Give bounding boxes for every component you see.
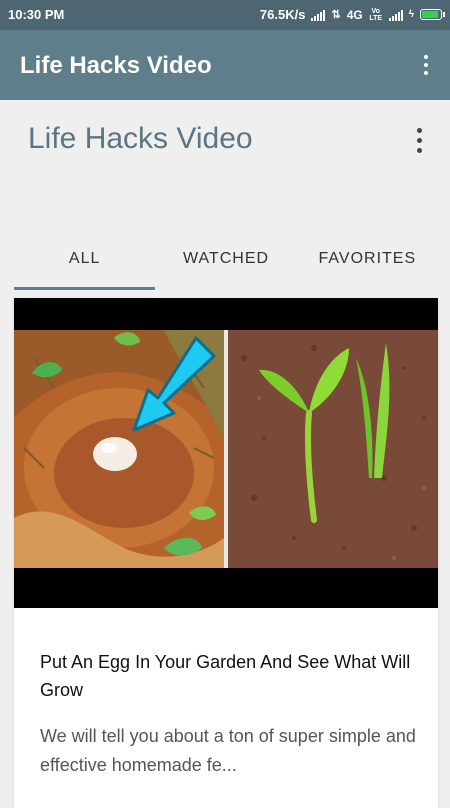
tab-watched[interactable]: WATCHED xyxy=(155,240,296,290)
video-title[interactable]: Put An Egg In Your Garden And See What W… xyxy=(40,648,420,704)
signal-icon-2 xyxy=(388,9,403,21)
status-bar: 10:30 PM 76.5K/s ⇅ 4G Vo LTE ϟ xyxy=(0,0,450,30)
status-indicators: 76.5K/s ⇅ 4G Vo LTE ϟ xyxy=(259,7,445,22)
video-thumbnail[interactable] xyxy=(14,298,438,608)
thumbnail-image xyxy=(14,298,438,608)
volte-label: Vo LTE xyxy=(369,7,383,22)
page-title: Life Hacks Video xyxy=(28,122,253,155)
app-bar: Life Hacks Video xyxy=(0,30,450,100)
app-bar-title: Life Hacks Video xyxy=(20,52,212,79)
page-header: Life Hacks Video ALL WATCHED FAVORITES xyxy=(0,100,450,290)
network-speed: 76.5K/s xyxy=(259,7,306,22)
battery-icon xyxy=(420,9,445,20)
network-type: 4G xyxy=(346,7,363,22)
charging-icon: ϟ xyxy=(408,9,414,20)
video-card[interactable]: Put An Egg In Your Garden And See What W… xyxy=(14,298,438,808)
overflow-menu-icon[interactable] xyxy=(424,55,428,75)
data-arrows-icon: ⇅ xyxy=(331,9,341,21)
tab-all[interactable]: ALL xyxy=(14,240,156,290)
signal-icon xyxy=(311,9,326,21)
status-time: 10:30 PM xyxy=(8,7,65,22)
tab-favorites[interactable]: FAVORITES xyxy=(297,240,438,290)
video-description: We will tell you about a ton of super si… xyxy=(40,726,416,775)
battery-level xyxy=(422,11,438,18)
tab-bar: ALL WATCHED FAVORITES xyxy=(14,240,438,290)
header-overflow-menu-icon[interactable] xyxy=(417,128,422,153)
